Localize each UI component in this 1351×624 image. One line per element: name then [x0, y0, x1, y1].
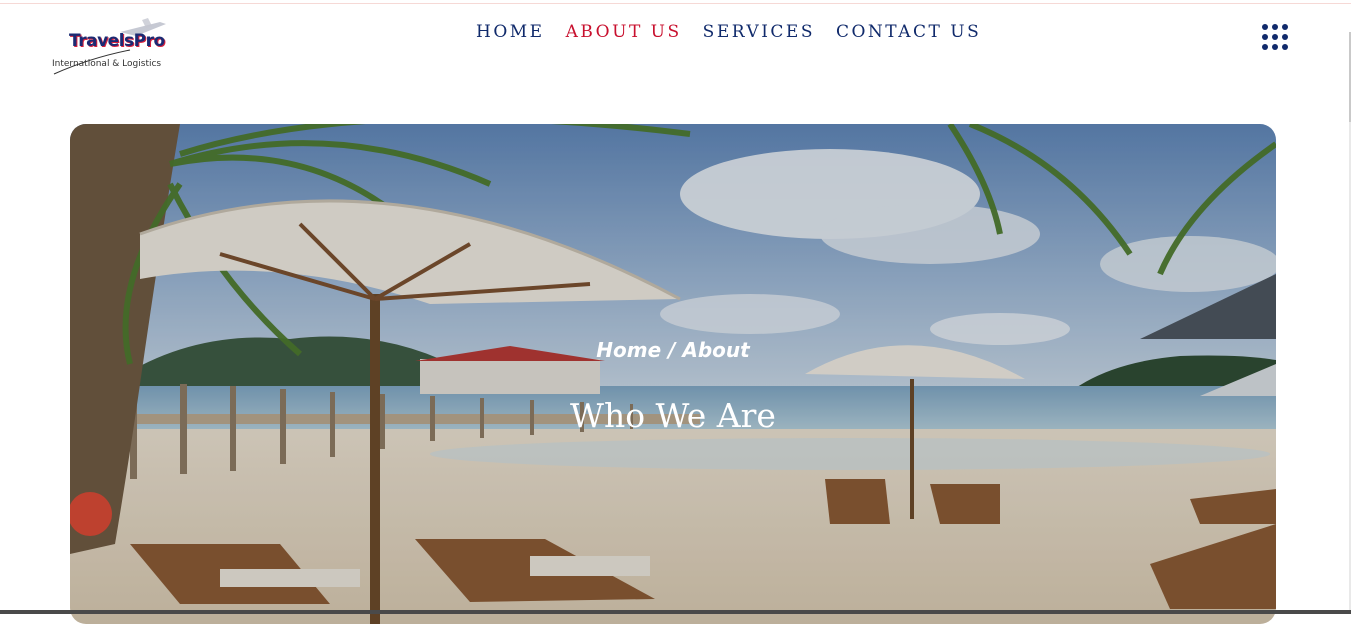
- nav-contact-us[interactable]: CONTACT US: [836, 22, 981, 42]
- breadcrumb-current: About: [682, 338, 750, 362]
- brand-logo[interactable]: TravelsPro International & Logistics: [50, 14, 178, 76]
- nav-services[interactable]: SERVICES: [703, 22, 815, 42]
- grid-dots-icon[interactable]: [1262, 24, 1288, 50]
- breadcrumb: Home / About: [70, 338, 1276, 362]
- page-title: Who We Are: [570, 396, 776, 436]
- hero-overlay: [70, 124, 1276, 624]
- site-header: TravelsPro International & Logistics HOM…: [0, 4, 1351, 84]
- nav-about-us[interactable]: ABOUT US: [566, 22, 682, 42]
- breadcrumb-separator: /: [661, 338, 683, 362]
- bottom-edge-bar: [0, 610, 1351, 614]
- brand-tagline: International & Logistics: [52, 59, 162, 69]
- main-nav: HOME ABOUT US SERVICES CONTACT US: [476, 22, 981, 42]
- breadcrumb-home[interactable]: Home: [596, 338, 661, 362]
- nav-home[interactable]: HOME: [476, 22, 545, 42]
- hero-banner: Home / About Who We Are: [70, 124, 1276, 624]
- brand-name: TravelsPro: [69, 31, 165, 51]
